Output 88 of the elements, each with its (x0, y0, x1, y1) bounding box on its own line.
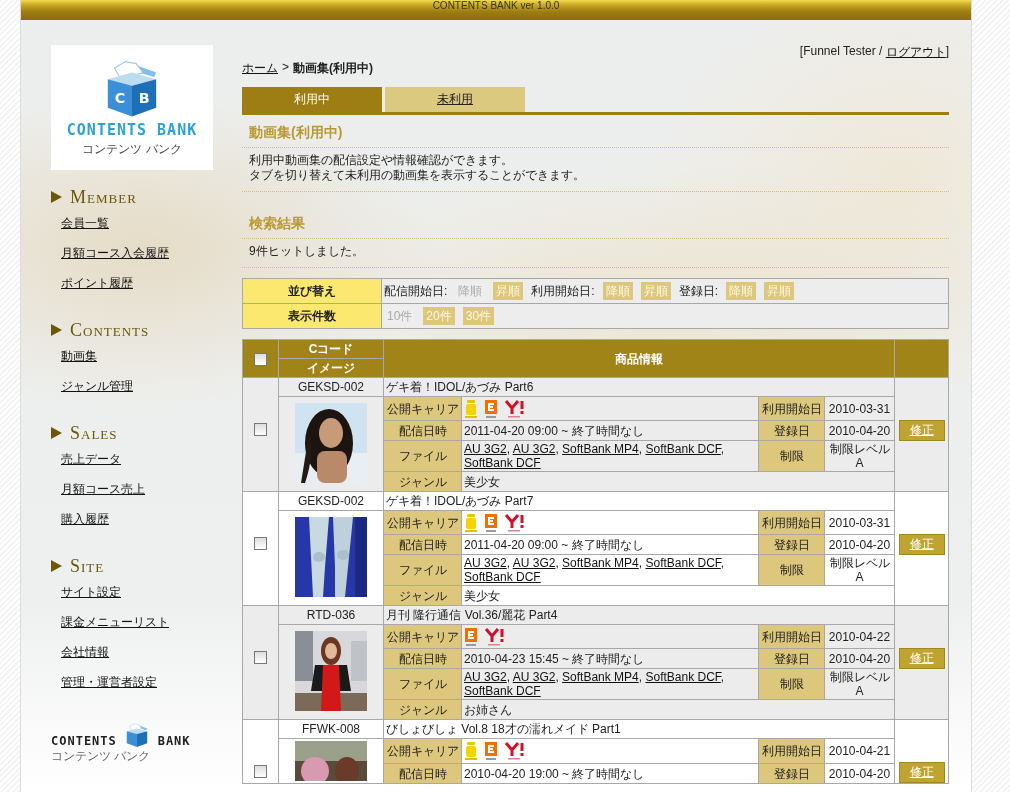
table-cell: ファイル (383, 668, 462, 700)
logo-text: CONTENTS BANK (66, 121, 198, 139)
file-link[interactable]: SoftBank MP4 (562, 556, 639, 570)
file-list: AU 3G2, AU 3G2, SoftBank MP4, SoftBank DCF, SoftBank DCF (464, 556, 725, 584)
file-link[interactable]: AU 3G2 (464, 670, 507, 684)
triangle-icon (51, 324, 62, 336)
section-title: SITE (70, 555, 105, 577)
column-header: 商品情報 (383, 339, 895, 378)
logout-link[interactable]: ログアウト (885, 44, 946, 61)
breadcrumb-current: 動画集(利用中) (293, 60, 373, 77)
phone-icon (464, 398, 478, 419)
description-text: 利用中動画集の配信設定や情報確認ができます。 (249, 153, 514, 168)
table-cell: 美少女 (461, 471, 895, 492)
file-link[interactable]: SoftBank DCF (464, 456, 541, 470)
file-link[interactable]: SoftBank DCF (645, 556, 721, 570)
section-heading: 検索結果 (242, 206, 949, 239)
sort-label: 登録日: (678, 284, 719, 298)
bracket-text: ] (945, 44, 949, 60)
y-logo-icon (504, 741, 526, 761)
table-cell: 公開キャリア (383, 738, 462, 764)
nav-link[interactable]: 売上データ (61, 449, 241, 479)
limit-value: 制限レベルA (828, 442, 891, 470)
triangle-icon (51, 560, 62, 572)
breadcrumb-link[interactable]: ホーム (242, 60, 278, 77)
logo-text: CONTENTS (51, 734, 118, 748)
table-cell: 表示件数 (242, 303, 382, 329)
triangle-icon (51, 191, 62, 203)
e-logo-icon (464, 626, 478, 647)
section-title: SALES (70, 422, 118, 444)
file-link[interactable]: SoftBank DCF (645, 442, 721, 456)
y-logo-icon (504, 512, 526, 533)
checkbox[interactable] (254, 651, 267, 665)
nav-link[interactable]: 月額コース売上 (61, 479, 241, 509)
nav-link[interactable]: ポイント履歴 (61, 273, 241, 303)
column-header: Cコード (278, 339, 384, 359)
nav-link[interactable]: 会員一覧 (61, 213, 241, 243)
nav-link[interactable]: 月額コース入会履歴 (61, 243, 241, 273)
file-link[interactable]: SoftBank DCF (645, 670, 721, 684)
file-link[interactable]: SoftBank MP4 (562, 442, 639, 456)
file-list: AU 3G2, AU 3G2, SoftBank MP4, SoftBank DCF, SoftBank DCF (464, 442, 725, 470)
logo-text: BANK (157, 734, 191, 748)
phone-icon (464, 512, 478, 533)
table-cell: ファイル (383, 554, 462, 586)
nav-link[interactable]: サイト設定 (61, 582, 241, 612)
sort-label: 配信開始日: (384, 284, 448, 298)
nav-link[interactable]: 会社情報 (61, 642, 241, 672)
logo-subtitle: コンテンツ バンク (82, 141, 182, 158)
checkbox[interactable] (254, 352, 267, 366)
section-title: MEMBER (70, 186, 137, 208)
nav-link[interactable]: 購入履歴 (61, 509, 241, 539)
file-list: AU 3G2, AU 3G2, SoftBank MP4, SoftBank DCF, SoftBank DCF (464, 670, 725, 698)
table-cell: 制限 (758, 440, 825, 472)
file-link[interactable]: SoftBank MP4 (562, 670, 639, 684)
table-cell: 美少女 (461, 585, 895, 606)
e-logo-icon (484, 398, 498, 419)
tab[interactable]: 未利用 (385, 87, 525, 112)
phone-icon (464, 741, 478, 761)
checkbox[interactable] (254, 765, 267, 779)
limit-value: 制限レベルA (828, 556, 891, 584)
y-logo-icon (484, 626, 506, 647)
nav-link[interactable]: ジャンル管理 (61, 376, 241, 406)
section-heading: 動画集(利用中) (242, 115, 949, 148)
table-cell: ファイル (383, 440, 462, 472)
file-link[interactable]: AU 3G2 (464, 442, 507, 456)
table-cell: 制限 (758, 668, 825, 700)
app-version-title: CONTENTS BANK ver 1.0.0 (432, 0, 560, 12)
checkbox[interactable] (254, 537, 267, 551)
y-logo-icon (504, 398, 526, 419)
table-cell: 制限 (758, 554, 825, 586)
table-cell: お姉さん (461, 699, 895, 720)
logo-subtitle: コンテンツ バンク (51, 748, 152, 765)
file-link[interactable]: SoftBank DCF (464, 684, 541, 698)
sort-label: 利用開始日: (531, 284, 595, 298)
checkbox[interactable] (254, 423, 267, 437)
file-link[interactable]: SoftBank DCF (464, 570, 541, 584)
breadcrumb-separator: > (282, 60, 289, 76)
nav-link[interactable]: 動画集 (61, 346, 241, 376)
triangle-icon (51, 427, 62, 439)
table-cell: 並び替え (242, 278, 382, 304)
result-count: 9件ヒットしました。 (249, 244, 365, 259)
tab[interactable]: 利用中 (242, 87, 382, 112)
section-title: CONTENTS (70, 319, 150, 341)
nav-link[interactable]: 管理・運営者設定 (61, 672, 241, 702)
e-logo-icon (484, 741, 498, 761)
limit-value: 制限レベルA (828, 670, 891, 698)
file-link[interactable]: AU 3G2 (464, 556, 507, 570)
description-text: タブを切り替えて未利用の動画集を表示することができます。 (249, 168, 586, 183)
user-name: [Funnel Tester / (799, 44, 884, 60)
